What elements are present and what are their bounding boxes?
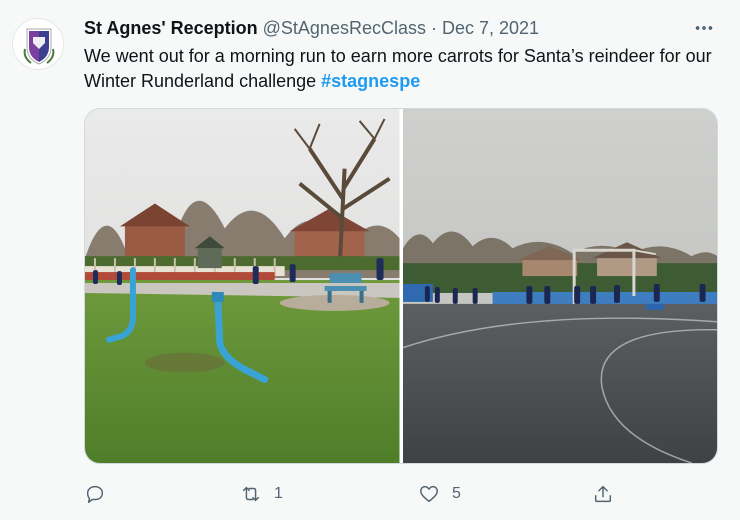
tweet-header: St Agnes' Reception @StAgnesRecClass · D… <box>84 16 720 40</box>
reply-icon <box>86 485 104 503</box>
avatar[interactable] <box>12 18 64 70</box>
separator: · <box>430 17 437 38</box>
retweet-count: 1 <box>274 485 283 502</box>
media-grid <box>84 108 718 464</box>
more-options-button[interactable] <box>692 16 716 40</box>
author-name[interactable]: St Agnes' Reception <box>84 18 258 39</box>
share-icon <box>594 485 612 503</box>
reply-button[interactable] <box>84 482 118 506</box>
school-crest-icon <box>13 19 63 69</box>
author-handle[interactable]: @StAgnesRecClass <box>263 18 426 39</box>
share-button[interactable] <box>592 482 626 506</box>
retweet-button[interactable]: 1 <box>240 482 283 506</box>
tweet-date[interactable]: Dec 7, 2021 <box>442 18 539 39</box>
tweet-actions: 1 5 <box>84 482 624 506</box>
hashtag-link[interactable]: #stagnespe <box>321 71 420 91</box>
playground-grass-image <box>85 109 400 463</box>
like-button[interactable]: 5 <box>418 482 461 506</box>
retweet-icon <box>242 486 260 502</box>
heart-icon <box>420 485 438 503</box>
like-count: 5 <box>452 485 461 502</box>
playground-court-photo[interactable] <box>402 109 717 463</box>
playground-court-image <box>402 109 717 463</box>
tweet-text: We went out for a morning run to earn mo… <box>84 44 724 94</box>
tweet-card[interactable]: St Agnes' Reception @StAgnesRecClass · D… <box>0 0 740 520</box>
more-icon <box>695 26 713 30</box>
playground-grass-photo[interactable] <box>85 109 400 463</box>
